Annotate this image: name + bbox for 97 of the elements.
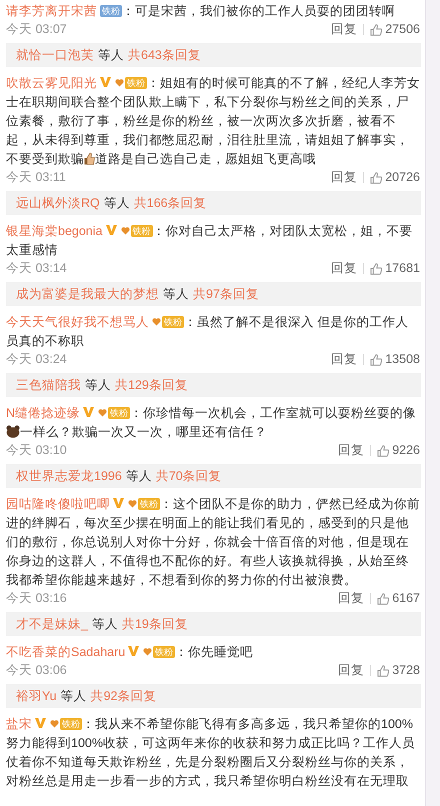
username-link[interactable]: 三色猫陪我 — [16, 376, 81, 394]
username-link[interactable]: 今天天气很好我不想骂人 — [6, 315, 149, 329]
reply-link[interactable]: 回复 — [331, 350, 358, 369]
thumbs-up-icon — [377, 592, 390, 604]
thumbs-up-icon — [370, 172, 382, 184]
replies-link[interactable]: 共643条回复 — [128, 46, 201, 64]
username-link[interactable]: 远山枫外淡RQ — [16, 194, 100, 212]
replies-link[interactable]: 共129条回复 — [115, 376, 188, 394]
badge-heart-icon — [98, 407, 108, 417]
colon-mark: ： — [160, 497, 173, 511]
thumbs-up-icon — [377, 664, 390, 676]
comment-text: 你珍惜每一次机会，工作室就可以耍粉丝耍的像 — [143, 406, 416, 420]
comment-text: 一样么？欺骗一次又一次，哪里还有信任？ — [6, 423, 421, 442]
fan-badge: 铁粉 — [162, 316, 184, 328]
like-button[interactable]: 17681 — [370, 259, 420, 278]
reply-link[interactable]: 回复 — [338, 589, 364, 608]
comment-text: 虽然了解不是很深入 但是你的工作人 — [197, 315, 408, 329]
comment-text: 员真的不称职 — [6, 333, 85, 350]
fan-badge: 铁粉 — [153, 646, 176, 658]
fan-badge: 铁粉 — [125, 77, 147, 89]
username-link[interactable]: 权世界志爱龙1996 — [16, 466, 122, 486]
thumbs-up-icon — [370, 24, 382, 36]
thumbs-up-icon — [84, 152, 95, 165]
username-link[interactable]: 成为富婆是我最大的梦想 — [16, 284, 159, 304]
comment-text: 进的绊脚石，每次至少摆在明面上的能让我们看见的，感受到的只是他们的敷衍，你总说别人对你十分好，你就会十倍百倍的对他，但是现在你身边的这群人，不值得也不配你的好。有些人该换就得换，从始至终我都希望你能越来越好，不想看到你的努力你的付出被浪费。 — [6, 515, 410, 589]
badge-heart-icon — [143, 646, 152, 656]
replies-text: 等人 — [126, 468, 152, 485]
badge-heart-icon — [120, 225, 130, 235]
comment-text: 士在职期间联合整个团队欺上瞒下，私下分裂你与粉丝之间的关系，尸位素餐，敷衍了事，粉丝是你的粉丝，被一次两次多次折磨，被看不起，从未得到尊重，我们都憋屈忍耐，泪往肚里流，请姐姐了解事实，不要受到欺骗 道路是自己选自己走，愿姐姐飞更高哦 — [6, 94, 410, 168]
thumbs-up-icon — [377, 444, 390, 456]
like-button[interactable]: 6167 — [377, 589, 420, 608]
fan-badge: 铁粉 — [138, 498, 160, 510]
username-link[interactable]: 裕羽Yu — [16, 686, 57, 706]
comment-text: 这个团队不是你的助力，俨然已经成为你前 — [173, 497, 420, 511]
badge-heart-icon — [115, 77, 124, 87]
timestamp: 今天 03:07 — [6, 21, 68, 38]
timestamp: 今天 03:11 — [6, 169, 67, 186]
username-link[interactable]: 就恰一口泡芙 — [16, 46, 94, 64]
colon-mark: ： — [122, 4, 135, 18]
timestamp: 今天 03:24 — [6, 351, 68, 368]
replies-link[interactable]: 共70条回复 — [156, 466, 222, 486]
reply-link[interactable]: 回复 — [331, 20, 358, 39]
replies-text: 等人 — [85, 376, 111, 394]
colon-mark: ： — [184, 315, 197, 329]
username-link[interactable]: 银星海棠begonia — [6, 224, 102, 238]
replies-text: 等人 — [60, 688, 87, 705]
username-link[interactable]: 吹散云雾见阳光 — [6, 76, 97, 90]
thumbs-up-icon — [370, 262, 382, 274]
timestamp: 今天 03:06 — [6, 662, 68, 680]
comment-text: 姐姐有的时候可能真的不了解，经纪人李芳女 — [160, 76, 420, 90]
comment-text: 你对自己太严格，对团队太宽松，姐，不要 — [166, 224, 412, 238]
replies-link[interactable]: 共166条回复 — [134, 194, 207, 212]
like-button[interactable]: 9226 — [377, 441, 420, 460]
like-button[interactable]: 13508 — [370, 350, 420, 369]
badge-heart-icon — [50, 718, 59, 728]
badge-heart-icon — [128, 498, 137, 508]
username-link[interactable]: N缱倦捻迹缘 — [6, 406, 80, 420]
username-link[interactable]: 盐宋 — [6, 717, 32, 731]
like-button[interactable]: 3728 — [377, 661, 420, 680]
replies-link[interactable]: 共97条回复 — [193, 284, 259, 304]
colon-mark: ： — [152, 224, 166, 238]
comment-text: 可是宋茜，我们被你的工作人员耍的团团转啊 — [135, 4, 395, 18]
reply-link[interactable]: 回复 — [338, 661, 364, 680]
colon-mark: ： — [175, 645, 188, 659]
replies-link[interactable]: 共92条回复 — [90, 686, 157, 706]
colon-mark: ： — [82, 717, 95, 731]
replies-text: 等人 — [163, 286, 189, 303]
username-link[interactable]: 请李芳离开宋茜 — [6, 4, 97, 18]
username-link[interactable]: 园咕隆咚傻啦吧唧 — [6, 497, 110, 511]
replies-text: 等人 — [98, 46, 124, 64]
replies-text: 等人 — [92, 616, 118, 633]
replies-link[interactable]: 共19条回复 — [122, 614, 188, 634]
replies-text: 等人 — [104, 194, 130, 212]
timestamp: 今天 03:16 — [6, 590, 68, 608]
comment-text: 努力能得到100%收获，可这两年来你的收获和努力成正比吗？工作人员仗着你不知道每天欺诈粉丝，先是分裂粉圈后又分裂粉丝与你的关系，对粉丝总是用走一步看一步的方式，我只希望你明白粉丝没有在无理取 — [6, 735, 416, 790]
badge-heart-icon — [152, 316, 161, 326]
fan-badge: 铁粉 — [60, 718, 82, 730]
reply-link[interactable]: 回复 — [338, 441, 364, 460]
fan-badge: 铁粉 — [100, 5, 122, 17]
like-button[interactable]: 27506 — [370, 20, 420, 39]
username-link[interactable]: 不吃香菜的Sadaharu — [6, 645, 126, 659]
colon-mark: ： — [130, 406, 144, 420]
fan-badge: 铁粉 — [130, 225, 152, 237]
comment-text: 你先睡觉吧 — [188, 645, 254, 659]
like-button[interactable]: 20726 — [370, 168, 420, 187]
timestamp: 今天 03:10 — [6, 442, 68, 460]
username-link[interactable]: 才不是妹妹_ — [16, 614, 88, 634]
timestamp: 今天 03:14 — [6, 260, 68, 278]
reply-link[interactable]: 回复 — [331, 168, 358, 187]
scrollbar[interactable] — [425, 0, 440, 806]
fan-badge: 铁粉 — [108, 407, 130, 419]
thumbs-up-icon — [370, 354, 382, 366]
colon-mark: ： — [147, 76, 160, 90]
reply-link[interactable]: 回复 — [331, 259, 358, 278]
bear-icon — [6, 425, 20, 438]
comment-text: 我从来不希望你能飞得有多高多远，我只希望你的100% — [95, 717, 413, 731]
comment-text: 太重感情 — [6, 242, 59, 259]
